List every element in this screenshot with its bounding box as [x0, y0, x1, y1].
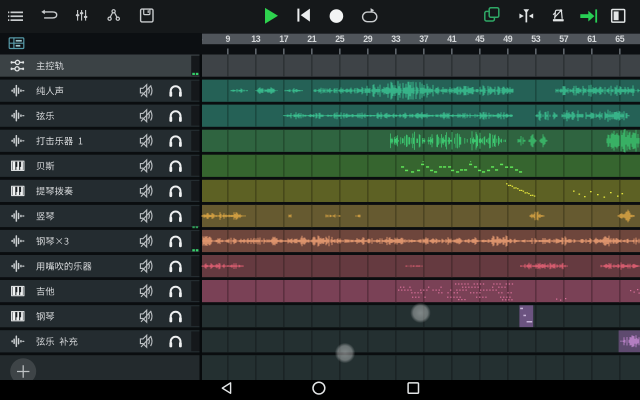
svg-text:45: 45: [475, 34, 485, 44]
svg-text:53: 53: [531, 34, 541, 44]
svg-text:9: 9: [226, 34, 231, 44]
svg-text:33: 33: [391, 34, 401, 44]
svg-text:29: 29: [363, 34, 373, 44]
svg-text:65: 65: [615, 34, 625, 44]
svg-text:37: 37: [419, 34, 429, 44]
svg-text:57: 57: [559, 34, 569, 44]
svg-text:49: 49: [503, 34, 513, 44]
svg-text:13: 13: [251, 34, 261, 44]
svg-text:41: 41: [447, 34, 457, 44]
svg-text:21: 21: [307, 34, 317, 44]
svg-text:61: 61: [587, 34, 597, 44]
svg-text:17: 17: [279, 34, 289, 44]
svg-text:25: 25: [335, 34, 345, 44]
